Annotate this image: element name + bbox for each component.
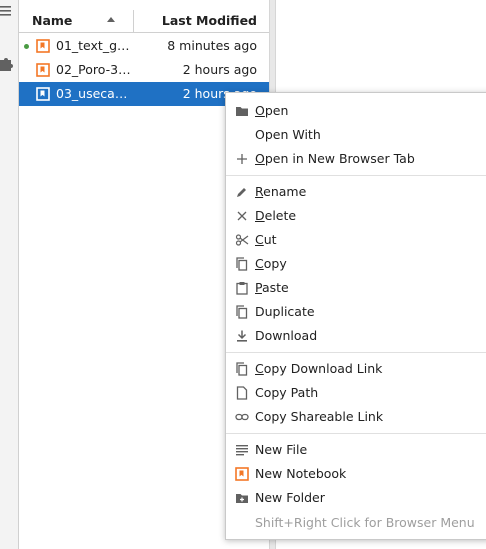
mnemonic: O: [255, 103, 265, 118]
copy-icon: [236, 362, 248, 376]
menu-item-download[interactable]: Download: [226, 324, 486, 348]
menu-item-label: Copy: [255, 256, 287, 271]
label-text: opy: [263, 256, 287, 271]
label-text: Copy Path: [255, 385, 319, 400]
menu-item-label: Delete: [255, 208, 296, 223]
menu-item-copy-path[interactable]: Copy Path: [226, 381, 486, 405]
column-divider[interactable]: [133, 10, 134, 32]
link-icon: [235, 413, 249, 421]
label-text: ename: [263, 184, 307, 199]
menu-item-copy-download-link[interactable]: Copy Download Link: [226, 357, 486, 381]
menu-item-delete[interactable]: Delete: [226, 204, 486, 228]
browser-menu-hint: Shift+Right Click for Browser Menu: [255, 515, 475, 530]
menu-item-copy-shareable-link[interactable]: Copy Shareable Link: [226, 405, 486, 429]
menu-item-paste[interactable]: Paste: [226, 276, 486, 300]
mnemonic: D: [255, 208, 265, 223]
menu-item-label: Rename: [255, 184, 306, 199]
file-name: 02_Poro-34B_...: [56, 62, 132, 77]
menu-item-label: Paste: [255, 280, 289, 295]
label-text: pen: [264, 103, 289, 118]
menu-item-label: Cut: [255, 232, 277, 247]
file-name: 03_usecases...: [56, 86, 132, 101]
notebook-icon: [36, 87, 50, 101]
menu-item-open[interactable]: Open: [226, 99, 486, 123]
menu-item-label: Copy Path: [255, 385, 318, 400]
menu-item-label: Copy Shareable Link: [255, 409, 383, 424]
menu-separator: [226, 433, 486, 434]
menu-item-copy[interactable]: Copy: [226, 252, 486, 276]
name-column-header[interactable]: Name: [32, 13, 72, 28]
label-text: opy Download Link: [263, 361, 383, 376]
mnemonic: R: [255, 184, 264, 199]
menu-item-label: Open in New Browser Tab: [255, 151, 415, 166]
extension-icon[interactable]: [0, 57, 14, 71]
mnemonic: C: [255, 361, 264, 376]
menu-item-label: New Notebook: [255, 466, 346, 481]
menu-item-open-in-new-browser-tab[interactable]: Open in New Browser Tab: [226, 147, 486, 171]
label-text: ut: [263, 232, 277, 247]
file-modified: 2 hours ago: [182, 62, 257, 77]
menu-item-label: Duplicate: [255, 304, 315, 319]
label-text: elete: [264, 208, 297, 223]
duplicate-icon: [236, 305, 248, 319]
left-activity-bar: [0, 0, 19, 549]
label-text: New Notebook: [255, 466, 347, 481]
menu-item-label: New Folder: [255, 490, 325, 505]
menu-item-duplicate[interactable]: Duplicate: [226, 300, 486, 324]
pencil-icon: [237, 188, 246, 197]
mnemonic: P: [255, 280, 262, 295]
notebook-icon: [36, 63, 50, 77]
text-file-icon: [236, 445, 248, 456]
label-text: Open With: [255, 127, 321, 142]
label-text: New File: [255, 442, 308, 457]
context-menu: Shift+Right Click for Browser Menu Open O…: [225, 92, 486, 540]
clipboard-icon: [236, 282, 248, 295]
label-text: Download: [255, 328, 318, 343]
download-icon: [237, 330, 247, 342]
file-name: 01_text_generation_o...: [56, 38, 132, 53]
last-modified-column-header[interactable]: Last Modified: [162, 13, 257, 28]
menu-separator: [226, 352, 486, 353]
menu-icon[interactable]: [0, 4, 14, 18]
file-modified: 8 minutes ago: [167, 38, 257, 53]
file-row[interactable]: 01_text_generation_o... 8 minutes ago: [19, 34, 269, 58]
file-row[interactable]: 02_Poro-34B_... 2 hours ago: [19, 58, 269, 82]
sort-ascending-icon[interactable]: [107, 17, 115, 22]
menu-item-label: Open: [255, 103, 288, 118]
menu-item-rename[interactable]: Rename: [226, 180, 486, 204]
mnemonic: O: [255, 151, 265, 166]
new-folder-icon: [236, 494, 248, 503]
running-indicator: [24, 44, 29, 49]
folder-icon: [236, 107, 248, 116]
menu-item-new-folder[interactable]: New Folder: [226, 486, 486, 510]
plus-icon: [237, 154, 247, 164]
copy-icon: [236, 257, 248, 271]
label-text: Copy Shareable Link: [255, 409, 384, 424]
menu-item-cut[interactable]: Cut: [226, 228, 486, 252]
menu-item-open-with[interactable]: Open With: [226, 123, 486, 147]
mnemonic: C: [255, 232, 264, 247]
close-icon: [237, 211, 247, 221]
menu-item-label: Download: [255, 328, 317, 343]
menu-item-new-notebook[interactable]: New Notebook: [226, 462, 486, 486]
mnemonic: C: [255, 256, 264, 271]
label-text: Duplicate: [255, 304, 315, 319]
label-text: pen in New Browser Tab: [264, 151, 415, 166]
label-text: aste: [261, 280, 289, 295]
scissors-icon: [235, 234, 249, 246]
notebook-icon: [36, 39, 50, 53]
file-list-header: Name Last Modified: [19, 10, 269, 33]
menu-item-new-file[interactable]: New File: [226, 438, 486, 462]
notebook-icon: [235, 467, 249, 481]
label-text: New Folder: [255, 490, 325, 505]
menu-separator: [226, 175, 486, 176]
file-icon: [236, 386, 248, 400]
menu-item-label: Open With: [255, 127, 321, 142]
menu-item-label: Copy Download Link: [255, 361, 382, 376]
menu-item-label: New File: [255, 442, 307, 457]
